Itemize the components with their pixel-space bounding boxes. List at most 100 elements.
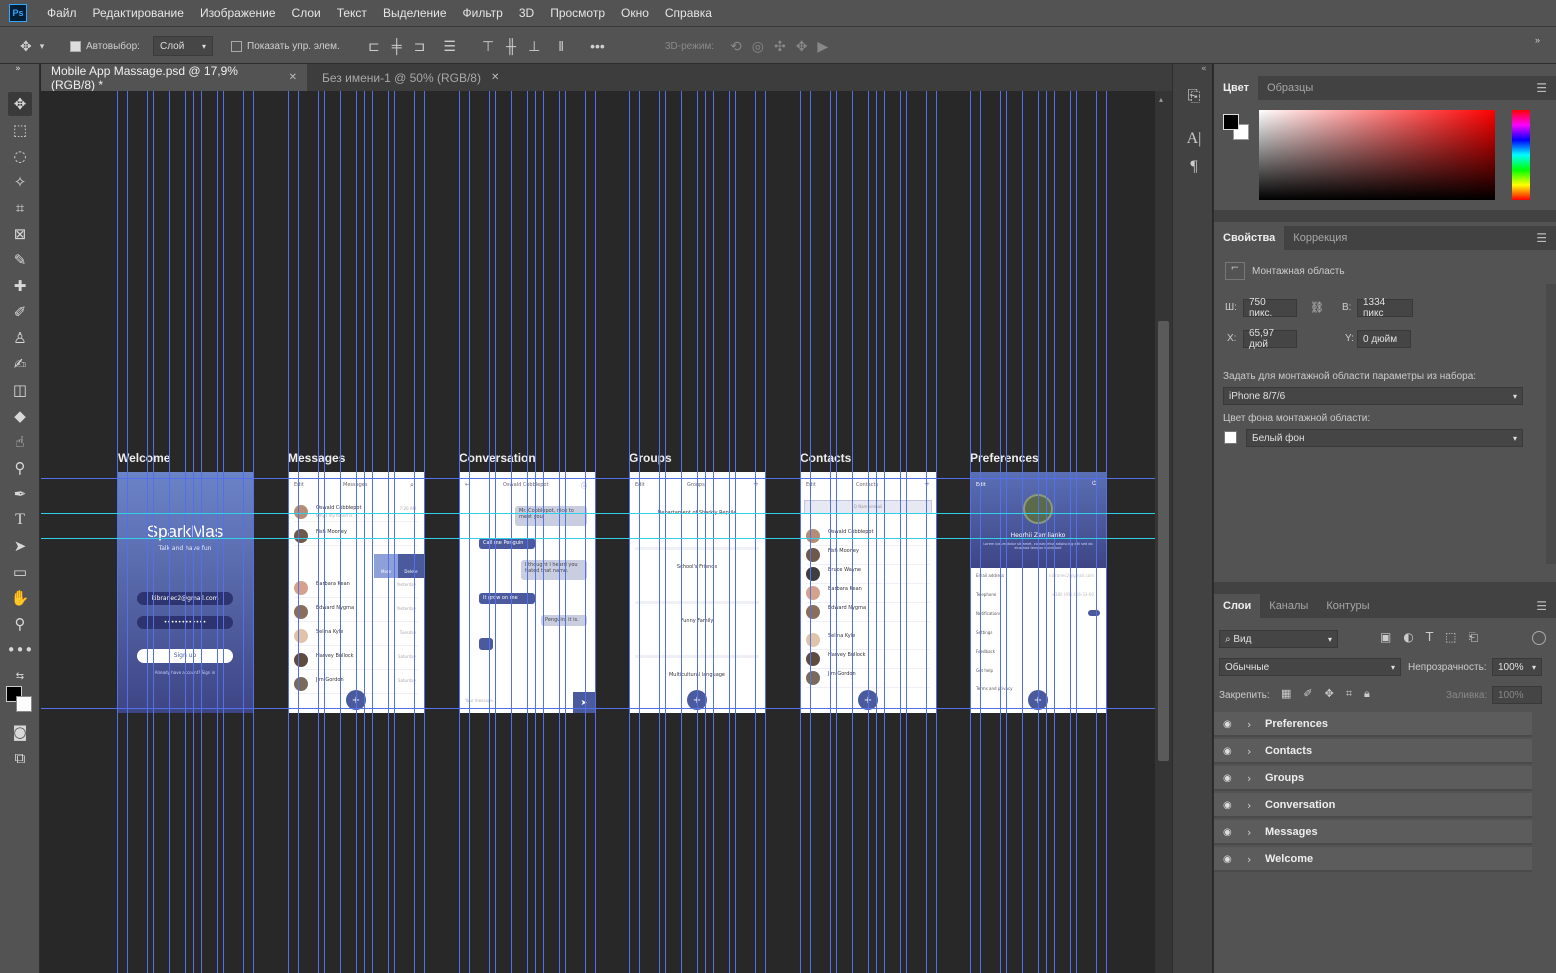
screen-mode-icon[interactable]: ⧉ — [8, 746, 32, 770]
menu-layers[interactable]: Слои — [284, 0, 329, 26]
layer-row-contacts[interactable]: ◉ › Contacts — [1214, 739, 1532, 764]
align-middle-v-icon[interactable]: ╫ — [506, 38, 516, 54]
3d-roll-icon[interactable]: ◎ — [752, 38, 764, 55]
close-icon[interactable]: ✕ — [491, 72, 499, 83]
foreground-color-swatch[interactable] — [1223, 114, 1239, 130]
smart-object-filter-icon[interactable]: ⎗ — [1469, 630, 1479, 645]
menu-help[interactable]: Справка — [657, 0, 720, 26]
collapse-panels-icon[interactable]: » — [1535, 21, 1540, 59]
artboard-label-contacts[interactable]: Contacts — [800, 451, 851, 465]
align-top-icon[interactable]: ⊤ — [482, 38, 494, 55]
filter-toggle[interactable] — [1532, 631, 1546, 645]
artboard-label-welcome[interactable]: Welcome — [118, 451, 170, 465]
scrollbar-thumb[interactable] — [1158, 321, 1169, 761]
blend-mode-dropdown[interactable]: Обычные ▾ — [1219, 658, 1401, 676]
move-tool-icon[interactable]: ✥ — [8, 92, 32, 116]
lock-artboard-icon[interactable]: ⌗ — [1346, 687, 1352, 701]
tab-adjustments[interactable]: Коррекция — [1284, 226, 1356, 250]
lock-all-icon[interactable]: 🔒︎ — [1364, 687, 1370, 701]
swap-colors-icon[interactable]: ⇆ — [8, 664, 32, 688]
tab-properties[interactable]: Свойства — [1214, 226, 1285, 250]
auto-select-dropdown[interactable]: Слой ▾ — [153, 36, 213, 56]
align-right-icon[interactable]: ⊐ — [414, 38, 426, 55]
align-center-h-icon[interactable]: ╪ — [392, 38, 402, 54]
info-icon[interactable]: ⓘ — [581, 481, 587, 490]
marquee-tool-icon[interactable]: ⬚ — [8, 118, 32, 142]
width-field[interactable]: 750 пикс. — [1243, 297, 1297, 319]
pref-row-terms[interactable]: Terms and privacy — [976, 686, 1013, 691]
move-tool-preset-button[interactable]: ✥ ▾ — [20, 27, 44, 65]
path-selection-tool-icon[interactable]: ➤ — [8, 534, 32, 558]
auto-select-checkbox[interactable]: Автовыбор: — [70, 27, 140, 65]
frame-tool-icon[interactable]: ⊠ — [8, 222, 32, 246]
magic-wand-tool-icon[interactable]: ✧ — [8, 170, 32, 194]
menu-image[interactable]: Изображение — [192, 0, 284, 26]
x-field[interactable]: 65,97 дюй — [1243, 328, 1297, 350]
zoom-tool-icon[interactable]: ⚲ — [8, 612, 32, 636]
layer-row-groups[interactable]: ◉ › Groups — [1214, 766, 1532, 791]
close-icon[interactable]: ✕ — [289, 72, 297, 83]
pref-row-help[interactable]: Get help — [976, 668, 993, 673]
canvas-vertical-scrollbar[interactable]: ▴ — [1155, 91, 1172, 973]
eyedropper-tool-icon[interactable]: ✎ — [8, 248, 32, 272]
panel-menu-icon[interactable]: ☰ — [1536, 81, 1547, 95]
layer-row-welcome[interactable]: ◉ › Welcome — [1214, 847, 1532, 872]
distribute-v-icon[interactable]: ‖ — [558, 38, 564, 54]
clone-stamp-tool-icon[interactable]: ♙ — [8, 326, 32, 350]
more-tools-icon[interactable]: ••• — [7, 638, 34, 662]
dodge-tool-icon[interactable]: ⚲ — [8, 456, 32, 480]
crop-tool-icon[interactable]: ⌗ — [8, 196, 32, 220]
quick-mask-icon[interactable]: ◙ — [8, 720, 32, 744]
opacity-field[interactable]: 100% ▾ — [1492, 658, 1542, 676]
menu-window[interactable]: Окно — [613, 0, 657, 26]
height-field[interactable]: 1334 пикс — [1357, 297, 1413, 319]
color-picker-field[interactable] — [1259, 110, 1495, 200]
properties-scrollbar[interactable] — [1546, 284, 1556, 564]
3d-orbit-icon[interactable]: ⟲ — [730, 38, 742, 55]
chevron-right-icon[interactable]: › — [1247, 718, 1251, 731]
fill-field[interactable]: 100% — [1492, 686, 1542, 704]
delete-swipe-button[interactable]: Delete — [398, 554, 424, 578]
tab-layers[interactable]: Слои — [1214, 594, 1261, 618]
lock-position-icon[interactable]: ✥ — [1325, 687, 1334, 701]
chevron-right-icon[interactable]: › — [1247, 853, 1251, 866]
shape-filter-icon[interactable]: ⬚ — [1445, 630, 1456, 645]
tab-channels[interactable]: Каналы — [1260, 594, 1317, 618]
menu-view[interactable]: Просмотр — [542, 0, 613, 26]
eye-icon[interactable]: ◉ — [1223, 719, 1235, 730]
eye-icon[interactable]: ◉ — [1223, 773, 1235, 784]
artboard-label-messages[interactable]: Messages — [288, 451, 345, 465]
layer-row-messages[interactable]: ◉ › Messages — [1214, 820, 1532, 845]
layer-row-preferences[interactable]: ◉ › Preferences — [1214, 712, 1532, 737]
layer-filter-dropdown[interactable]: ⌕ Вид ▾ — [1219, 630, 1338, 648]
bg-color-dropdown[interactable]: Белый фон ▾ — [1246, 429, 1523, 447]
background-color-swatch[interactable] — [16, 696, 32, 712]
3d-pan-icon[interactable]: ✣ — [774, 38, 786, 55]
tab-paths[interactable]: Контуры — [1317, 594, 1378, 618]
rectangle-tool-icon[interactable]: ▭ — [8, 560, 32, 584]
artboard-label-conversation[interactable]: Conversation — [459, 451, 536, 465]
align-bottom-icon[interactable]: ⊥ — [528, 38, 540, 55]
pref-row-feedback[interactable]: Feedback — [976, 649, 995, 654]
brush-tool-icon[interactable]: ✐ — [8, 300, 32, 324]
eye-icon[interactable]: ◉ — [1223, 800, 1235, 811]
pref-row-settings[interactable]: Settings — [976, 630, 992, 635]
canvas-area[interactable]: Welcome Messages Conversation Groups Con… — [41, 91, 1155, 973]
tab-swatches[interactable]: Образцы — [1258, 76, 1322, 100]
character-panel-icon[interactable]: A| — [1185, 130, 1203, 148]
bg-color-swatch[interactable] — [1224, 431, 1237, 444]
menu-edit[interactable]: Редактирование — [85, 0, 192, 26]
collapse-toolbar-icon[interactable]: » — [6, 64, 30, 74]
chevron-right-icon[interactable]: › — [1247, 745, 1251, 758]
menu-3d[interactable]: 3D — [511, 0, 542, 26]
pen-tool-icon[interactable]: ✒ — [8, 482, 32, 506]
tab-untitled-1[interactable]: Без имени-1 @ 50% (RGB/8) ✕ — [312, 64, 509, 91]
type-filter-icon[interactable]: T — [1426, 630, 1433, 645]
3d-slide-icon[interactable]: ✥ — [796, 38, 808, 55]
collapse-icon[interactable]: « — [1201, 64, 1207, 74]
eye-icon[interactable]: ◉ — [1223, 746, 1235, 757]
scroll-up-icon[interactable]: ▴ — [1159, 95, 1163, 104]
send-icon[interactable]: ➤ — [573, 692, 595, 713]
paragraph-panel-icon[interactable]: ¶ — [1185, 158, 1203, 176]
panel-menu-icon[interactable]: ☰ — [1536, 599, 1547, 613]
